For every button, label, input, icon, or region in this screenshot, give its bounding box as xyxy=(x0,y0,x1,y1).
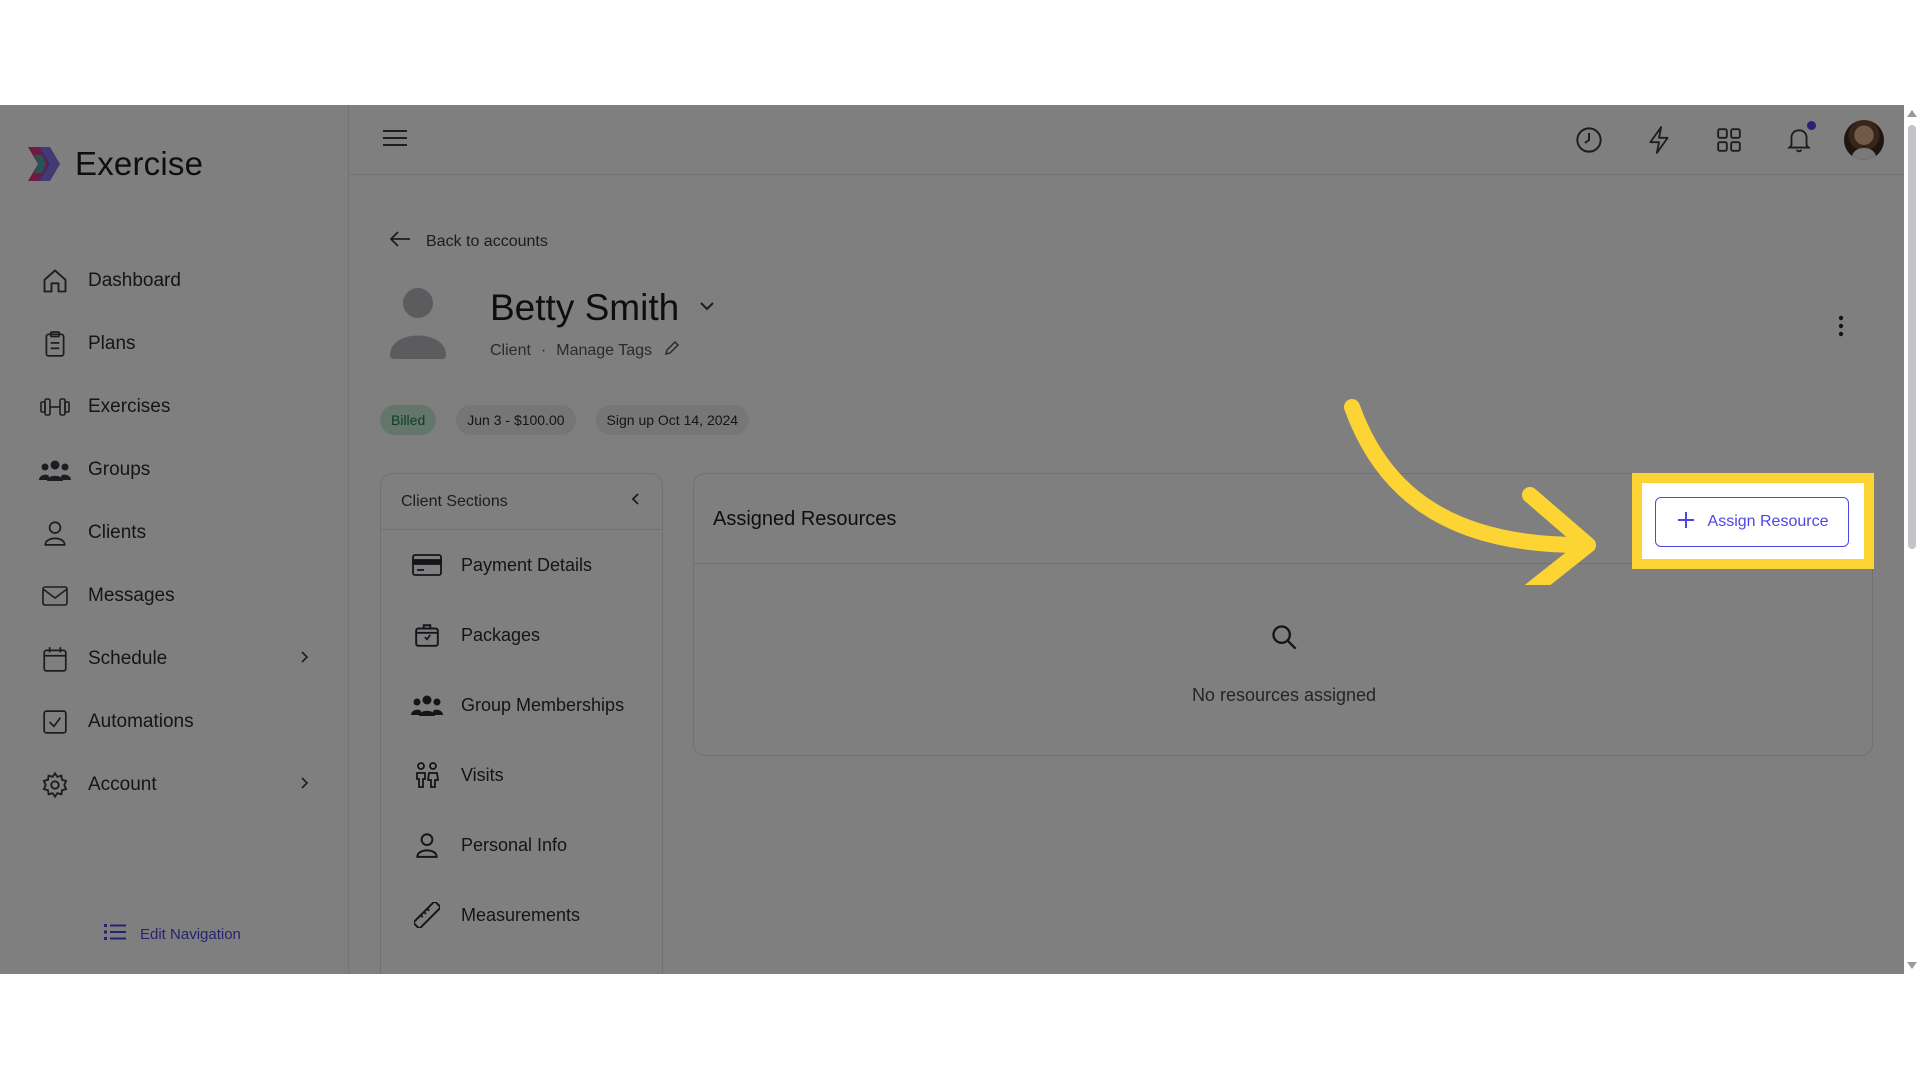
calendar-icon xyxy=(38,642,72,676)
sidebar-item-messages[interactable]: Messages xyxy=(38,564,310,627)
assign-resource-button[interactable]: Assign Resource xyxy=(1655,497,1849,547)
grid-icon[interactable] xyxy=(1706,117,1752,163)
lightning-icon[interactable] xyxy=(1636,117,1682,163)
sidebar-item-label: Automations xyxy=(88,710,194,732)
logo-icon xyxy=(24,145,62,183)
back-label: Back to accounts xyxy=(426,232,548,250)
chevron-right-icon xyxy=(298,775,310,796)
credit-card-icon xyxy=(411,549,443,581)
sidebar-item-groups[interactable]: Groups xyxy=(38,438,310,501)
arrow-left-icon xyxy=(388,229,412,254)
chevron-left-icon[interactable] xyxy=(630,491,642,512)
separator: · xyxy=(540,341,547,359)
signup-badge: Sign up Oct 14, 2024 xyxy=(595,405,750,435)
sidebar: Exercise Dashboard Plans Exercises Group… xyxy=(0,105,349,974)
scroll-up-arrow[interactable] xyxy=(1907,110,1917,117)
gear-icon xyxy=(38,768,72,802)
pencil-icon[interactable] xyxy=(664,340,680,361)
avatar[interactable] xyxy=(1844,120,1884,160)
edit-navigation-label: Edit Navigation xyxy=(140,926,241,943)
scroll-down-arrow[interactable] xyxy=(1907,962,1917,969)
sidebar-item-schedule[interactable]: Schedule xyxy=(38,627,310,690)
assign-resource-label: Assign Resource xyxy=(1707,513,1829,530)
user-icon xyxy=(411,829,443,861)
section-label: Packages xyxy=(461,624,541,645)
client-sections-header: Client Sections xyxy=(381,474,662,530)
app-logo[interactable]: Exercise xyxy=(24,145,203,183)
clipboard-icon xyxy=(38,327,72,361)
main-nav: Dashboard Plans Exercises Groups Clients… xyxy=(38,249,310,816)
top-bar xyxy=(350,105,1910,175)
mail-icon xyxy=(38,579,72,613)
sidebar-item-label: Groups xyxy=(88,458,151,480)
section-label: Visits xyxy=(461,764,504,785)
package-icon xyxy=(411,619,443,651)
sidebar-item-label: Plans xyxy=(88,332,136,354)
list-icon xyxy=(104,922,126,947)
home-icon xyxy=(38,264,72,298)
scrollbar[interactable] xyxy=(1904,105,1920,974)
section-visits[interactable]: Visits xyxy=(381,740,662,810)
visits-icon xyxy=(411,759,443,791)
client-role: Client xyxy=(490,341,531,359)
sidebar-item-label: Messages xyxy=(88,584,175,606)
section-personal-info[interactable]: Personal Info xyxy=(381,810,662,880)
sidebar-item-label: Schedule xyxy=(88,647,168,669)
pointer-arrow-icon xyxy=(1344,399,1596,585)
scroll-thumb[interactable] xyxy=(1908,125,1916,549)
section-packages[interactable]: Packages xyxy=(381,600,662,670)
section-label: Payment Details xyxy=(461,554,593,575)
plus-icon xyxy=(1676,510,1696,535)
sidebar-item-label: Clients xyxy=(88,521,147,543)
top-actions xyxy=(1542,117,1910,163)
client-subline: Client · Manage Tags xyxy=(490,340,680,361)
status-badge: Billed xyxy=(380,405,437,435)
back-to-accounts-link[interactable]: Back to accounts xyxy=(388,229,548,254)
sidebar-item-automations[interactable]: Automations xyxy=(38,690,310,753)
user-icon xyxy=(38,516,72,550)
section-label: Measurements xyxy=(461,904,581,925)
chevron-right-icon xyxy=(298,649,310,670)
notification-dot xyxy=(1807,121,1816,130)
app-name: Exercise xyxy=(75,145,204,182)
dumbbell-icon xyxy=(38,390,72,424)
chevron-down-icon[interactable] xyxy=(698,299,716,318)
checkbox-icon xyxy=(38,705,72,739)
billing-badge: Jun 3 - $100.00 xyxy=(456,405,576,435)
search-icon xyxy=(1270,623,1298,656)
sidebar-item-exercises[interactable]: Exercises xyxy=(38,375,310,438)
more-options-icon[interactable] xyxy=(1838,315,1844,342)
bell-icon[interactable] xyxy=(1776,117,1822,163)
client-badges: Billed Jun 3 - $100.00 Sign up Oct 14, 2… xyxy=(380,405,769,435)
menu-icon[interactable] xyxy=(382,127,408,154)
assigned-resources-title: Assigned Resources xyxy=(713,508,897,530)
manage-tags-link[interactable]: Manage Tags xyxy=(556,342,652,360)
main-content: Back to accounts Betty Smith Client · Ma… xyxy=(350,175,1910,974)
section-group-memberships[interactable]: Group Memberships xyxy=(381,670,662,740)
users-icon xyxy=(411,689,443,721)
sidebar-item-account[interactable]: Account xyxy=(38,753,310,816)
sidebar-item-label: Dashboard xyxy=(88,269,181,291)
client-avatar-placeholder xyxy=(388,285,448,359)
section-label: Personal Info xyxy=(461,834,568,855)
sidebar-item-plans[interactable]: Plans xyxy=(38,312,310,375)
client-name: Betty Smith xyxy=(490,287,680,328)
sidebar-item-label: Account xyxy=(88,773,157,795)
sidebar-item-clients[interactable]: Clients xyxy=(38,501,310,564)
users-icon xyxy=(38,453,72,487)
edit-navigation-button[interactable]: Edit Navigation xyxy=(104,922,241,947)
clock-icon[interactable] xyxy=(1566,117,1612,163)
client-sections-title: Client Sections xyxy=(401,492,508,510)
sidebar-item-label: Exercises xyxy=(88,395,171,417)
app-window: Exercise Dashboard Plans Exercises Group… xyxy=(0,105,1920,974)
empty-state-text: No resources assigned xyxy=(1191,685,1377,705)
client-sections-panel: Client Sections Payment Details Packages xyxy=(380,473,663,974)
ruler-icon xyxy=(411,899,443,931)
section-label: Group Memberships xyxy=(461,694,625,715)
sidebar-item-dashboard[interactable]: Dashboard xyxy=(38,249,310,312)
section-measurements[interactable]: Measurements xyxy=(381,880,662,950)
section-payment-details[interactable]: Payment Details xyxy=(381,530,662,600)
